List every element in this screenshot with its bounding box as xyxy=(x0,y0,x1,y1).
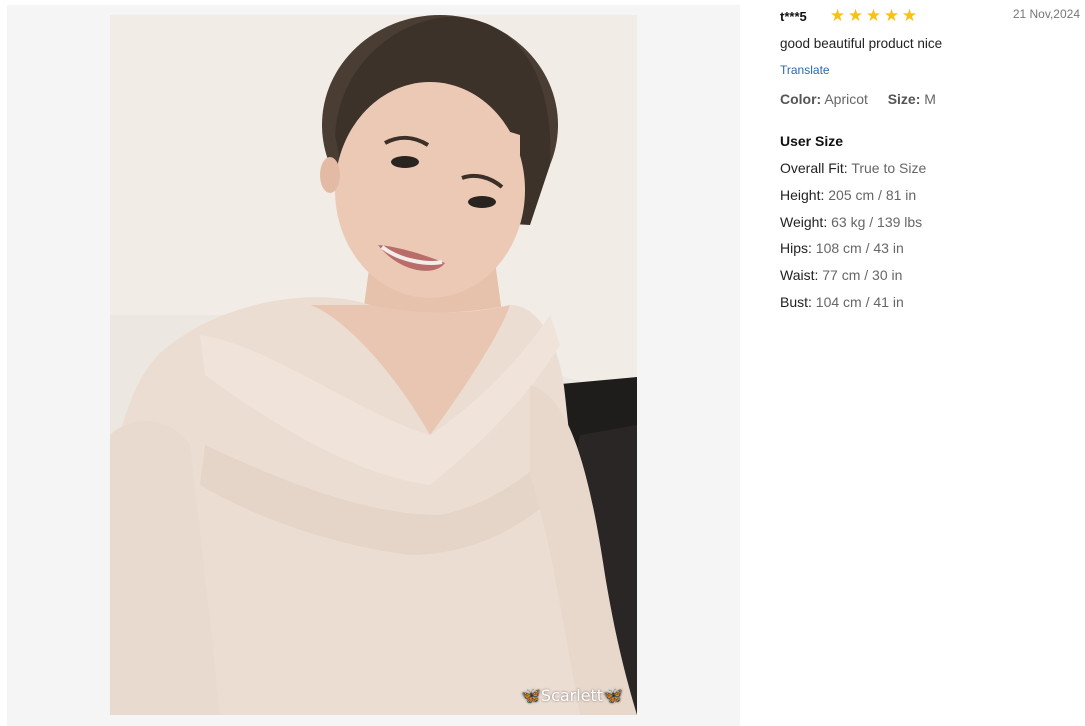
measurement-row: Waist: 77 cm / 30 in xyxy=(780,267,926,294)
color-value: Apricot xyxy=(824,91,868,107)
photo-watermark: 🦋Scarlett🦋 xyxy=(520,686,623,705)
review-header: t***5 ★ ★ ★ ★ ★ 21 Nov,2024 xyxy=(780,6,1080,28)
review-photo-image xyxy=(110,15,637,715)
size-label: Size: xyxy=(887,91,921,107)
translate-link[interactable]: Translate xyxy=(780,63,830,77)
measurement-row: Hips: 108 cm / 43 in xyxy=(780,240,926,267)
measurement-label: Overall Fit: xyxy=(780,160,848,176)
measurement-row: Bust: 104 cm / 41 in xyxy=(780,294,926,321)
measurement-value: 104 cm / 41 in xyxy=(815,293,904,310)
measurement-row: Height: 205 cm / 81 in xyxy=(780,187,926,214)
review-photo-gallery: 🦋Scarlett🦋 xyxy=(7,5,740,726)
measurement-label: Weight: xyxy=(780,213,828,230)
reviewer-name: t***5 xyxy=(780,9,807,24)
star-icon: ★ xyxy=(883,6,901,25)
color-label: Color: xyxy=(780,91,822,107)
measurement-value: 63 kg / 139 lbs xyxy=(831,213,923,230)
measurement-value: 108 cm / 43 in xyxy=(815,240,904,257)
measurement-label: Bust: xyxy=(780,293,812,310)
measurement-label: Waist: xyxy=(780,267,819,284)
measurement-row: Overall Fit: True to Size xyxy=(780,160,926,187)
measurement-value: 77 cm / 30 in xyxy=(822,267,903,284)
measurement-value: 205 cm / 81 in xyxy=(828,186,917,203)
review-photo[interactable]: 🦋Scarlett🦋 xyxy=(110,15,637,715)
star-icon: ★ xyxy=(829,6,847,25)
star-icon: ★ xyxy=(847,6,865,25)
review-date: 21 Nov,2024 xyxy=(1012,7,1080,21)
measurement-label: Height: xyxy=(780,186,825,203)
star-icon: ★ xyxy=(901,6,919,25)
user-size-title: User Size xyxy=(780,133,844,149)
review-text: good beautiful product nice xyxy=(780,36,943,51)
measurement-label: Hips: xyxy=(780,240,812,257)
measurement-row: Weight: 63 kg / 139 lbs xyxy=(780,214,926,241)
user-size-list: Overall Fit: True to Size Height: 205 cm… xyxy=(780,160,926,321)
star-rating: ★ ★ ★ ★ ★ xyxy=(829,6,919,26)
product-attributes: Color: Apricot Size: M xyxy=(780,91,936,107)
star-icon: ★ xyxy=(865,6,883,25)
size-value: M xyxy=(924,91,936,107)
measurement-value: True to Size xyxy=(851,160,927,176)
